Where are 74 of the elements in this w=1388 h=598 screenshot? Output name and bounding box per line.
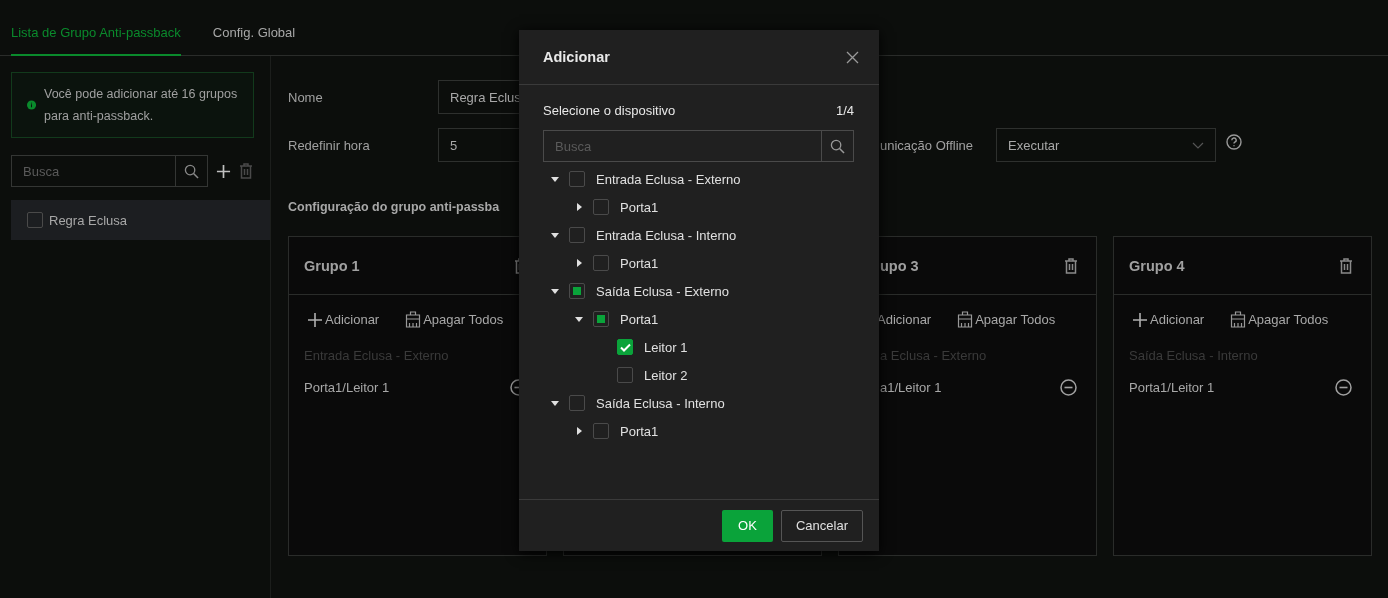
list-item[interactable]: Regra Eclusa [11,200,270,240]
checkbox[interactable] [593,311,609,327]
tree-item-label[interactable]: Entrada Eclusa - Externo [596,171,741,187]
caret-icon[interactable] [574,202,584,212]
tree-item-label[interactable]: Entrada Eclusa - Interno [596,227,737,243]
chevron-icon [1192,141,1204,149]
section-title: Configuração do grupo anti-passba [288,200,500,214]
clear-all-button[interactable]: Apagar Todos [957,311,1056,328]
tab[interactable]: Config. Global [212,0,296,56]
offline-select[interactable]: Executar [996,128,1216,162]
selection-count: 1/4 [835,103,854,118]
tree-item-label[interactable]: Porta1 [620,199,659,215]
checkbox[interactable] [569,395,585,411]
field-label: Redefinir hora [288,137,371,153]
checkbox[interactable] [593,423,609,439]
group-title: Grupo 1 [304,257,360,274]
brush-icon [957,311,974,328]
tab[interactable]: Lista de Grupo Anti-passback [11,0,181,56]
checkbox[interactable] [569,171,585,187]
tree-item-label[interactable]: Porta1 [620,255,659,271]
search-icon [184,163,199,179]
caret-icon[interactable] [550,230,560,240]
group-title: Grupo 4 [1129,257,1185,274]
cancel-button[interactable]: Cancelar [780,509,863,542]
close-button[interactable] [846,50,859,64]
search-button[interactable] [822,130,854,162]
add-button[interactable]: Adicionar [877,312,932,327]
search-button[interactable] [176,155,208,187]
tree-item-label[interactable]: Saída Eclusa - Interno [596,395,725,411]
tree-item-label[interactable]: Saída Eclusa - Externo [596,283,729,299]
checkbox[interactable] [617,367,633,383]
search-field[interactable]: Busca [11,155,176,187]
plus-icon [1132,311,1148,328]
caret-icon[interactable] [574,426,584,436]
checkbox[interactable] [593,255,609,271]
caret-icon[interactable] [550,174,560,184]
field-label: Nome [288,89,324,105]
trash-icon[interactable] [1339,257,1353,274]
remove-icon[interactable] [1060,379,1077,396]
info-text: Você pode adicionar até 16 grupos para anti-passback. [44,86,239,125]
help-icon[interactable] [1226,134,1242,150]
caret-icon[interactable] [574,314,584,324]
tree-item-label[interactable]: Porta1 [620,423,659,439]
field-label: unicação Offline [880,137,974,153]
search-icon [830,138,845,154]
plus-icon[interactable] [216,163,231,179]
checkbox[interactable] [569,283,585,299]
device-item: Porta1/Leitor 1 [1129,380,1215,395]
clear-all-button[interactable]: Apagar Todos [405,311,504,328]
search-field[interactable]: Busca [543,130,822,162]
brush-icon [405,311,422,328]
caret-icon[interactable] [574,258,584,268]
remove-icon[interactable] [1335,379,1352,396]
checkbox[interactable] [27,212,43,228]
tree-item-label[interactable]: Leitor 2 [644,367,688,383]
tree-item-label[interactable]: Leitor 1 [644,339,688,355]
plus-icon [307,311,323,328]
caret-icon[interactable] [550,286,560,296]
info-icon [27,98,36,112]
checkbox[interactable] [617,339,633,355]
add-button[interactable]: Adicionar [307,311,380,328]
dialog-subtitle: Selecione o dispositivo [543,103,676,118]
clear-all-button[interactable]: Apagar Todos [1230,311,1329,328]
group-title: upo 3 [880,257,919,274]
checkbox[interactable] [569,227,585,243]
brush-icon [1230,311,1247,328]
checkbox[interactable] [593,199,609,215]
trash-icon[interactable] [1064,257,1078,274]
device-item: Porta1/Leitor 1 [304,380,390,395]
caret-icon[interactable] [550,398,560,408]
dialog-title: Adicionar [543,49,610,65]
device-item: a1/Leitor 1 [880,380,942,395]
add-button[interactable]: Adicionar [1132,311,1205,328]
tree-item-label[interactable]: Porta1 [620,311,659,327]
